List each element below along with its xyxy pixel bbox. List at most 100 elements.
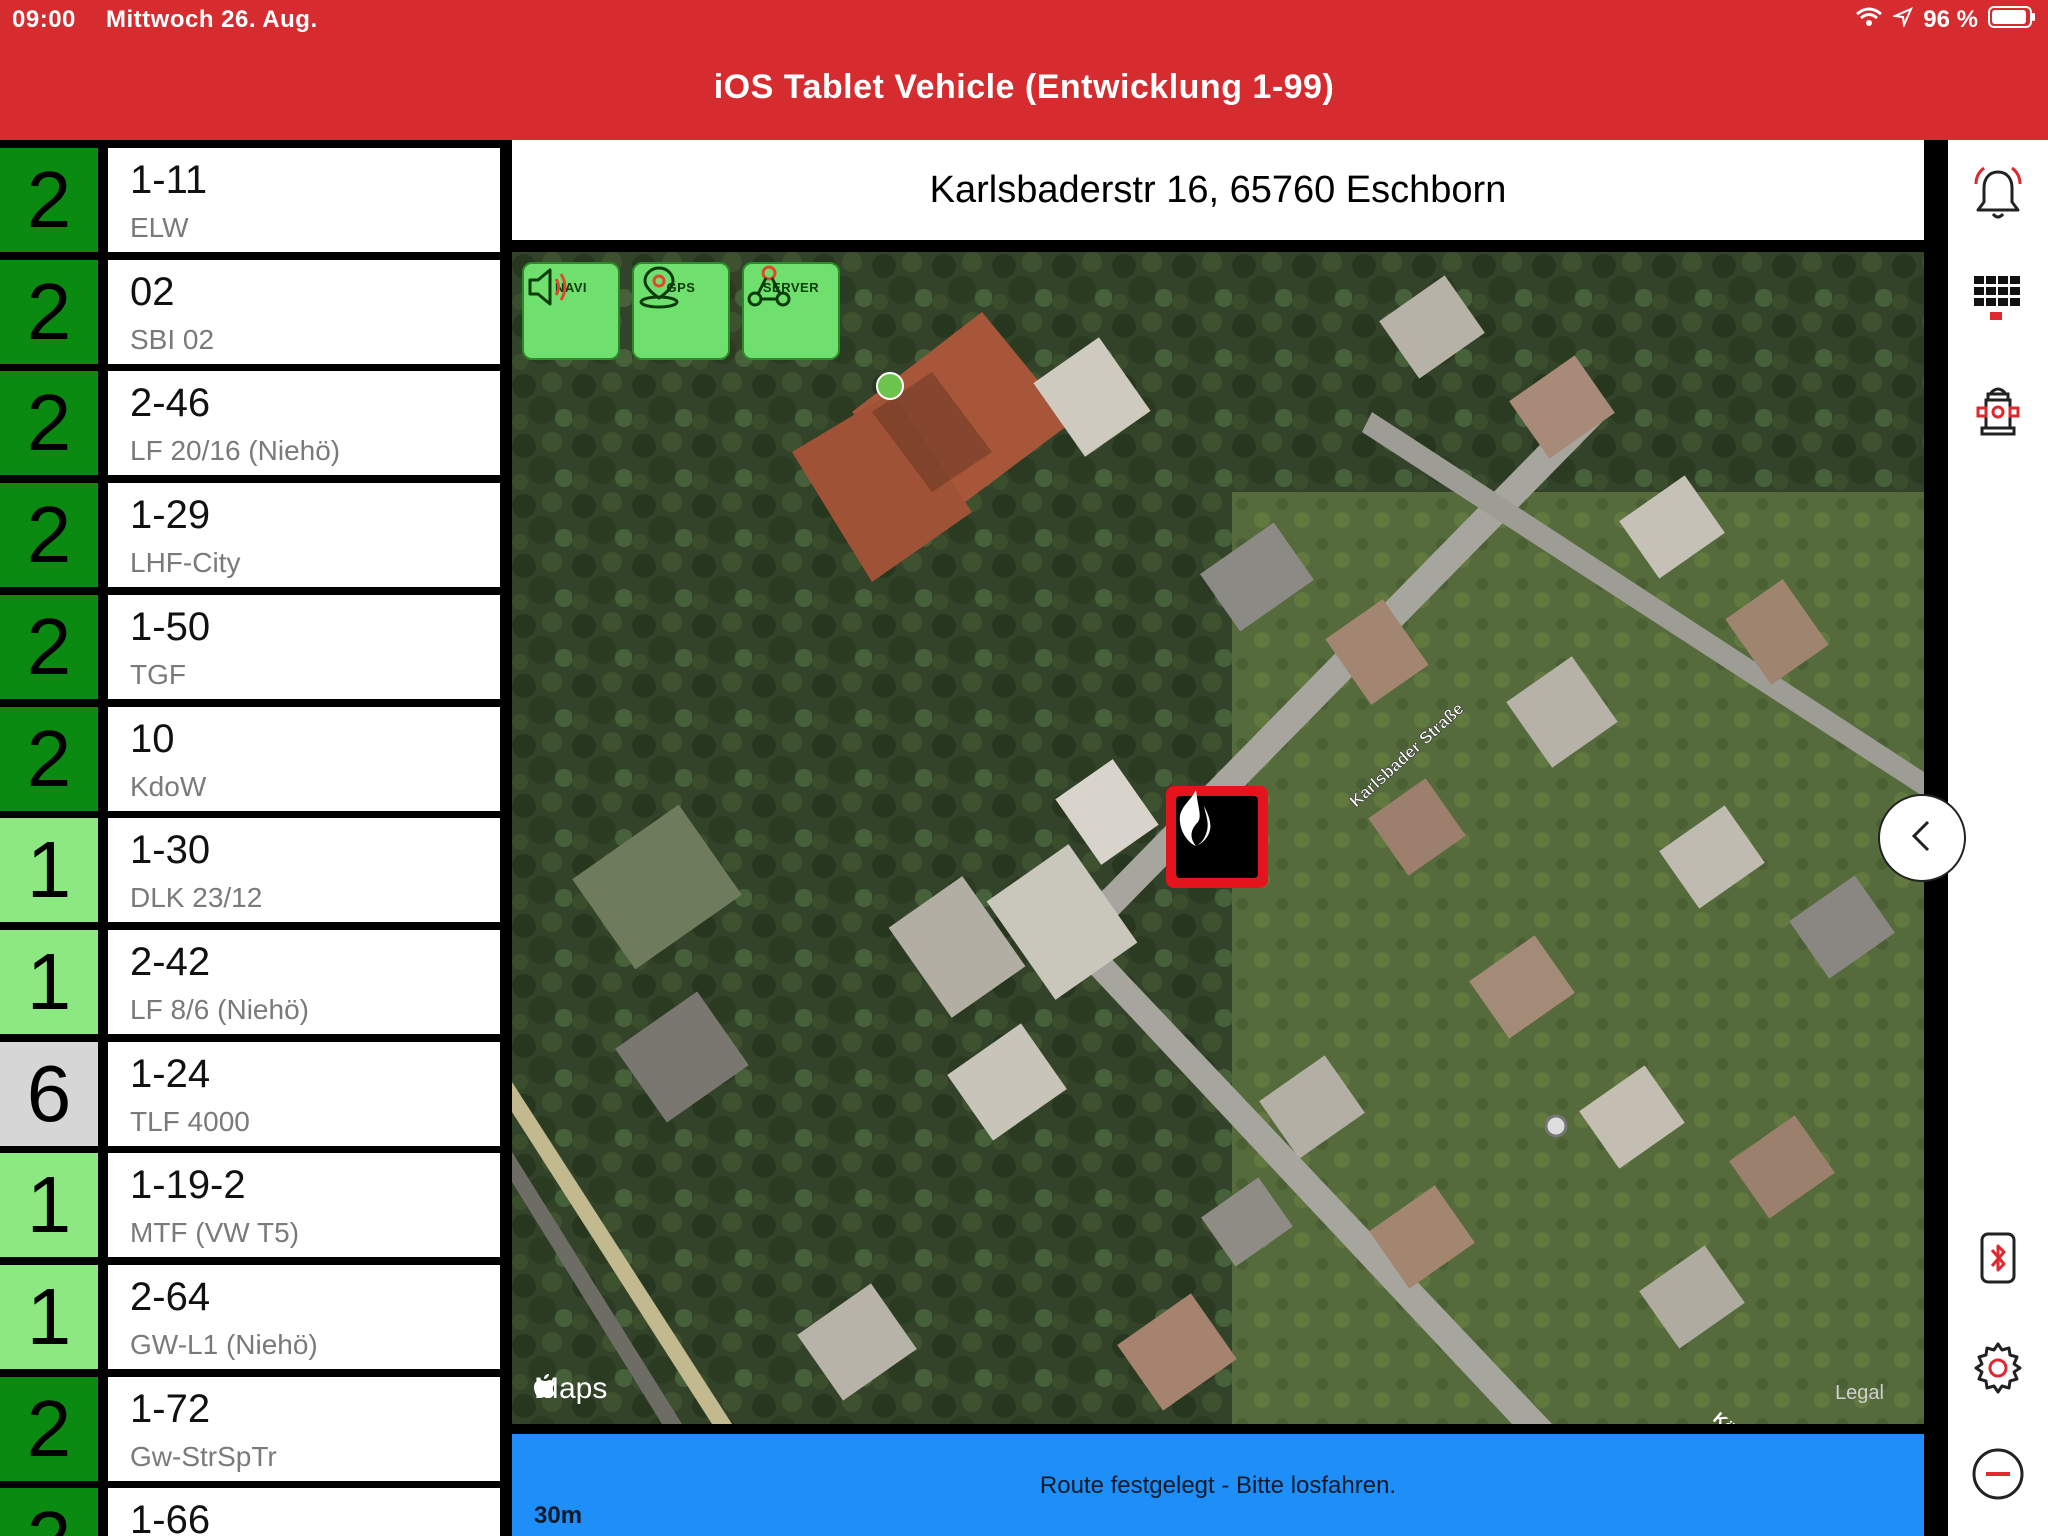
vehicle-name: 1-19-2 bbox=[130, 1163, 246, 1208]
keypad-button[interactable] bbox=[1968, 272, 2028, 332]
vehicle-type: SBI 02 bbox=[130, 323, 215, 355]
vehicle-status: 2 bbox=[0, 594, 98, 699]
vehicle-info: 1-72 Gw-StrSpTr bbox=[108, 1376, 500, 1481]
vehicle-row[interactable]: 2 1-11 ELW bbox=[0, 140, 502, 252]
vehicle-info: 1-11 ELW bbox=[108, 148, 500, 252]
vehicle-info: 1-50 TGF bbox=[108, 594, 500, 699]
vehicle-name: 1-29 bbox=[130, 493, 211, 538]
bluetooth-button[interactable] bbox=[1968, 1230, 2028, 1290]
vehicle-name: 1-24 bbox=[130, 1051, 211, 1096]
vehicle-type: LHF-City bbox=[130, 547, 241, 579]
vehicle-name: 1-72 bbox=[130, 1386, 211, 1431]
app-header: 09:00 Mittwoch 26. Aug. 96 % iOS Tablet … bbox=[0, 0, 2048, 140]
alarm-button[interactable] bbox=[1968, 166, 2028, 226]
vehicle-name: 1-30 bbox=[130, 828, 211, 873]
vehicle-row[interactable]: 2 1-72 Gw-StrSpTr bbox=[0, 1369, 502, 1481]
vehicle-status: 2 bbox=[0, 483, 98, 588]
vehicle-type: LF 20/16 (Niehö) bbox=[130, 435, 341, 467]
vehicle-status: 1 bbox=[0, 929, 98, 1034]
status-date: Mittwoch 26. Aug. bbox=[106, 6, 318, 33]
vehicle-info: 02 SBI 02 bbox=[108, 259, 500, 364]
vehicle-row[interactable]: 1 2-42 LF 8/6 (Niehö) bbox=[0, 922, 502, 1034]
hydrant-button[interactable] bbox=[1968, 382, 2028, 442]
vehicle-info: 2-64 GW-L1 (Niehö) bbox=[108, 1265, 500, 1369]
vehicle-status: 1 bbox=[0, 818, 98, 923]
route-message: Route festgelegt - Bitte losfahren. bbox=[1039, 1472, 1397, 1499]
vehicle-type: ELW bbox=[130, 212, 189, 243]
vehicle-row[interactable]: 2 1-29 LHF-City bbox=[0, 475, 502, 588]
vehicle-info: 2-46 LF 20/16 (Niehö) bbox=[108, 371, 500, 476]
bluetooth-icon bbox=[1968, 1228, 2028, 1293]
server-button[interactable]: SERVER bbox=[742, 262, 840, 360]
vehicle-row[interactable]: 2 1-50 TGF bbox=[0, 587, 502, 699]
map-view[interactable]: Karlsbader Straße Köni NAVI GPS SERVER M… bbox=[512, 252, 1924, 1424]
flame-icon bbox=[1176, 790, 1258, 878]
route-bar: Route festgelegt - Bitte losfahren. 30m bbox=[512, 1434, 1924, 1536]
gear-icon bbox=[1968, 1338, 2028, 1403]
vehicle-row[interactable]: 2 02 SBI 02 bbox=[0, 252, 502, 364]
vehicle-info: 1-30 DLK 23/12 bbox=[108, 818, 500, 923]
legal-link[interactable]: Legal bbox=[1835, 1382, 1884, 1405]
collapse-toolbar-button[interactable] bbox=[1878, 794, 1966, 882]
vehicle-type: MTF (VW T5) bbox=[130, 1217, 300, 1249]
vehicle-row[interactable]: 6 1-24 TLF 4000 bbox=[0, 1034, 502, 1146]
vehicle-name: 2-46 bbox=[130, 381, 211, 426]
vehicle-status: 1 bbox=[0, 1153, 98, 1258]
vehicle-info: 1-24 TLF 4000 bbox=[108, 1041, 500, 1146]
vehicle-row[interactable]: 1 1-30 DLK 23/12 bbox=[0, 810, 502, 923]
vehicle-name: 10 bbox=[130, 716, 175, 761]
vehicle-row[interactable]: 2 1-66 bbox=[0, 1480, 502, 1536]
vehicle-status: 2 bbox=[0, 1376, 98, 1481]
vehicle-type: DLK 23/12 bbox=[130, 882, 263, 914]
minus-circle-icon bbox=[1968, 1444, 2028, 1509]
status-indicators: 96 % bbox=[1855, 4, 2036, 36]
vehicle-row[interactable]: 2 2-46 LF 20/16 (Niehö) bbox=[0, 363, 502, 476]
vehicle-row[interactable]: 1 1-19-2 MTF (VW T5) bbox=[0, 1145, 502, 1258]
vehicle-row[interactable]: 2 10 KdoW bbox=[0, 699, 502, 811]
battery-icon bbox=[1988, 5, 2036, 36]
gps-button[interactable]: GPS bbox=[632, 262, 730, 360]
address-bar: Karlsbaderstr 16, 65760 Eschborn bbox=[512, 140, 1924, 240]
vehicle-type: TLF 4000 bbox=[130, 1105, 250, 1137]
vehicle-name: 1-66 bbox=[130, 1498, 211, 1536]
vehicle-type: KdoW bbox=[130, 770, 207, 802]
vehicle-type: TGF bbox=[130, 658, 186, 690]
vehicle-name: 1-50 bbox=[130, 604, 211, 649]
vehicle-name: 1-11 bbox=[130, 158, 208, 202]
vehicle-info: 10 KdoW bbox=[108, 706, 500, 811]
bell-icon bbox=[1968, 164, 2028, 229]
route-distance: 30m bbox=[534, 1502, 583, 1529]
maps-attribution: Maps bbox=[534, 1372, 608, 1405]
status-time: 09:00 bbox=[12, 6, 76, 33]
wifi-icon bbox=[1855, 6, 1883, 35]
vehicle-position-marker[interactable] bbox=[1166, 786, 1268, 888]
vehicle-status: 2 bbox=[0, 1488, 98, 1536]
vehicle-status: 6 bbox=[0, 1041, 98, 1146]
vehicle-info: 1-29 LHF-City bbox=[108, 483, 500, 588]
vehicle-status: 2 bbox=[0, 259, 98, 364]
vehicle-status: 1 bbox=[0, 1265, 98, 1369]
vehicle-type: Gw-StrSpTr bbox=[130, 1440, 277, 1472]
vehicle-row[interactable]: 1 2-64 GW-L1 (Niehö) bbox=[0, 1257, 502, 1369]
vehicle-status: 2 bbox=[0, 148, 98, 252]
vehicle-type: LF 8/6 (Niehö) bbox=[130, 993, 309, 1025]
vehicle-status: 2 bbox=[0, 371, 98, 476]
settings-button[interactable] bbox=[1968, 1340, 2028, 1400]
hydrant-icon bbox=[1968, 380, 2028, 445]
vehicle-list: 2 1-11 ELW 2 02 SBI 02 2 2-46 LF 20/16 (Niehö) 2 1… bbox=[0, 140, 510, 1536]
vehicle-status: 2 bbox=[0, 706, 98, 811]
vehicle-info: 2-42 LF 8/6 (Niehö) bbox=[108, 929, 500, 1034]
vehicle-name: 2-42 bbox=[130, 939, 211, 984]
vehicle-type: GW-L1 (Niehö) bbox=[130, 1329, 318, 1360]
vehicle-info: 1-19-2 MTF (VW T5) bbox=[108, 1153, 500, 1258]
battery-percent: 96 % bbox=[1923, 6, 1978, 33]
vehicle-name: 2-64 bbox=[130, 1275, 211, 1319]
chevron-left-icon bbox=[1902, 816, 1942, 861]
location-arrow-icon bbox=[1891, 6, 1914, 34]
vehicle-info: 1-66 bbox=[108, 1488, 500, 1536]
navi-button[interactable]: NAVI bbox=[522, 262, 620, 360]
keypad-icon bbox=[1968, 270, 2028, 335]
vehicle-name: 02 bbox=[130, 269, 175, 314]
app-title: iOS Tablet Vehicle (Entwicklung 1-99) bbox=[713, 68, 1335, 106]
minus-button[interactable] bbox=[1968, 1446, 2028, 1506]
